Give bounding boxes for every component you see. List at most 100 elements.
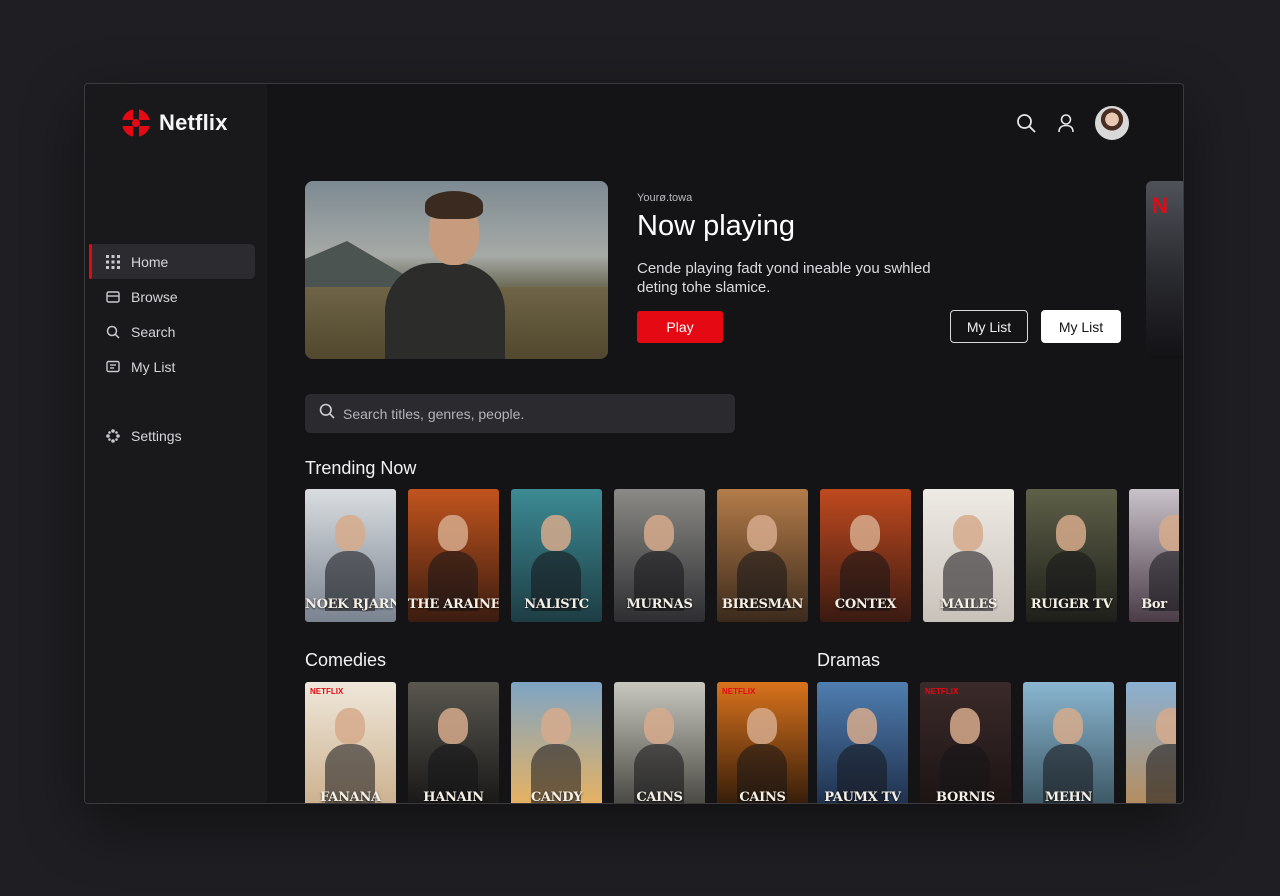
hero-figure-hair <box>425 191 483 219</box>
poster-card[interactable]: Bor <box>1129 489 1179 622</box>
poster-title: MEHN <box>1044 790 1093 804</box>
sidebar-nav: Home Browse Search My List Settings <box>89 244 255 453</box>
hero-title: Now playing <box>637 210 795 242</box>
netflix-logo-icon <box>121 108 151 138</box>
poster-title: CAINS <box>636 790 683 804</box>
poster-badge: NETFLIX <box>310 687 344 696</box>
poster-figure-body <box>1146 744 1176 803</box>
comedies-row-title: Comedies <box>305 650 387 670</box>
poster-figure-head <box>1053 708 1083 744</box>
poster-figure-head <box>847 708 877 744</box>
hero-description: Cende playing fadt yond ineable you swhl… <box>637 260 931 296</box>
poster-figure-head <box>644 708 674 744</box>
header-actions <box>1015 106 1129 140</box>
sidebar-item-browse[interactable]: Browse <box>89 279 255 314</box>
poster-title: PAUMX TV <box>824 790 901 804</box>
list-icon <box>105 359 121 375</box>
poster-figure-head <box>541 708 571 744</box>
browse-icon <box>105 289 121 305</box>
sidebar-item-label: Search <box>131 323 176 340</box>
poster-title: RUIGER TV <box>1030 597 1113 612</box>
poster-card[interactable]: THE ARAINE <box>408 489 499 622</box>
poster-title: NALISTC <box>524 597 589 612</box>
poster-card[interactable]: HANAIN <box>408 682 499 804</box>
poster-card[interactable]: RUIGER TV <box>1026 489 1117 622</box>
poster-card[interactable]: CANDY <box>511 682 602 804</box>
poster-badge: NETFLIX <box>722 687 756 696</box>
poster-figure-head <box>1056 515 1086 551</box>
poster-card[interactable]: NALISTC <box>511 489 602 622</box>
poster-card[interactable]: MURNAS <box>614 489 705 622</box>
poster-figure-head <box>438 515 468 551</box>
poster-figure-head <box>335 708 365 744</box>
poster-title: MURNAS <box>626 597 693 612</box>
poster-title: THE ARAINE <box>408 597 499 612</box>
poster-title: MAILES <box>939 597 998 612</box>
sidebar-item-label: Settings <box>131 427 182 444</box>
sidebar: Netflix Home Browse Search My List Setti… <box>85 84 267 803</box>
sidebar-item-settings[interactable]: Settings <box>89 418 255 453</box>
profile-icon[interactable] <box>1055 112 1077 134</box>
poster-figure-head <box>850 515 880 551</box>
sidebar-item-label: Browse <box>131 288 178 305</box>
poster-badge: NETFLIX <box>925 687 959 696</box>
next-hero-preview[interactable]: N <box>1146 181 1183 359</box>
poster-title: BIRESMAN <box>721 597 804 612</box>
search-icon[interactable] <box>1015 112 1037 134</box>
poster-card[interactable] <box>1126 682 1176 803</box>
comedies-row: NETFLIX FANANA HANAIN CANDY CAINS NETFLIX CAIN… <box>305 682 808 804</box>
poster-figure-head <box>1156 708 1176 744</box>
poster-figure-head <box>644 515 674 551</box>
user-avatar[interactable] <box>1095 106 1129 140</box>
poster-figure-head <box>1159 515 1179 551</box>
dramas-row-title: Dramas <box>817 650 881 670</box>
poster-card[interactable]: NETFLIX BORNIS <box>920 682 1011 804</box>
poster-title: FANANA <box>320 790 381 804</box>
poster-card[interactable]: PAUMX TV <box>817 682 908 804</box>
hero-figure-body <box>385 263 505 359</box>
poster-card[interactable]: BIRESMAN <box>717 489 808 622</box>
poster-figure-head <box>438 708 468 744</box>
netflix-n-icon: N <box>1152 193 1168 218</box>
my-list-button[interactable]: My List <box>1041 310 1121 343</box>
poster-card[interactable]: NETFLIX CAINS <box>717 682 808 804</box>
poster-card[interactable]: CAINS <box>614 682 705 804</box>
hero-kicker: Yourø.towa <box>637 192 693 204</box>
poster-card[interactable]: CONTEX <box>820 489 911 622</box>
poster-card[interactable]: NETFLIX FANANA <box>305 682 396 804</box>
poster-figure-head <box>747 515 777 551</box>
search-bar[interactable] <box>305 394 735 433</box>
search-icon <box>105 324 121 340</box>
brand-name: Netflix <box>159 110 228 135</box>
search-input[interactable] <box>343 405 723 422</box>
poster-card[interactable]: MEHN <box>1023 682 1114 804</box>
poster-title: Bor <box>1141 597 1167 612</box>
play-button[interactable]: Play <box>637 311 723 343</box>
poster-title: CAINS <box>739 790 786 804</box>
poster-figure-head <box>953 515 983 551</box>
search-icon <box>319 403 335 424</box>
settings-icon <box>105 428 121 444</box>
poster-figure-head <box>747 708 777 744</box>
sidebar-item-my-list[interactable]: My List <box>89 349 255 384</box>
poster-title: HANAIN <box>423 790 484 804</box>
poster-title: NOEK RJARN <box>305 597 396 612</box>
sidebar-item-label: My List <box>131 358 176 375</box>
brand-logo[interactable]: Netflix <box>121 108 228 138</box>
grid-icon <box>105 254 121 270</box>
poster-title: CONTEX <box>834 597 897 612</box>
poster-title: BORNIS <box>936 790 995 804</box>
sidebar-item-label: Home <box>131 253 169 270</box>
sidebar-item-search[interactable]: Search <box>89 314 255 349</box>
poster-title: CANDY <box>530 790 583 804</box>
app-window: Netflix Home Browse Search My List Setti… <box>84 83 1184 804</box>
sidebar-item-home[interactable]: Home <box>89 244 255 279</box>
trending-row: NOEK RJARN THE ARAINE NALISTC MURNAS BIRESMA… <box>305 489 1179 622</box>
my-list-outline-button[interactable]: My List <box>950 310 1028 343</box>
poster-card[interactable]: NOEK RJARN <box>305 489 396 622</box>
poster-figure-head <box>335 515 365 551</box>
trending-row-title: Trending Now <box>305 458 417 478</box>
poster-card[interactable]: MAILES <box>923 489 1014 622</box>
hero-image[interactable] <box>305 181 608 359</box>
